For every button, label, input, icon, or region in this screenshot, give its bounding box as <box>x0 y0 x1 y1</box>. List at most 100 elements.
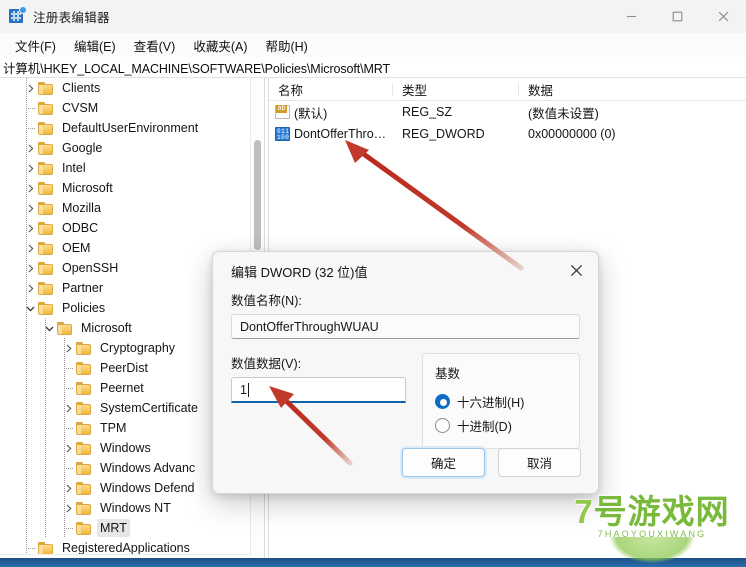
tree-guide-line <box>26 438 27 458</box>
tree-guide-line <box>26 158 27 178</box>
menu-item-view[interactable]: 查看(V) <box>125 34 185 57</box>
tree-item-label: Policies <box>62 301 106 315</box>
folder-icon <box>57 321 73 335</box>
dialog-close-button[interactable] <box>554 252 598 289</box>
tree-guide-line <box>64 338 65 358</box>
column-header-data[interactable]: 数据 <box>519 80 746 99</box>
value-name-input[interactable]: DontOfferThroughWUAU <box>231 314 580 339</box>
tree-item-windows-nt[interactable]: Windows NT <box>0 498 251 518</box>
ok-button[interactable]: 确定 <box>402 448 485 477</box>
menu-item-edit[interactable]: 编辑(E) <box>65 34 125 57</box>
menu-item-favorites[interactable]: 收藏夹(A) <box>184 34 256 57</box>
registry-editor-icon <box>9 6 27 24</box>
chevron-right-icon[interactable] <box>60 504 76 513</box>
folder-icon <box>76 421 92 435</box>
tree-item-label: TPM <box>100 421 127 435</box>
chevron-right-icon[interactable] <box>22 204 38 213</box>
tree-item-label: Mozilla <box>62 201 101 215</box>
window-title: 注册表编辑器 <box>33 10 110 25</box>
column-header-type[interactable]: 类型 <box>393 80 519 99</box>
folder-icon <box>38 301 54 315</box>
chevron-right-icon[interactable] <box>60 404 76 413</box>
folder-icon <box>38 181 54 195</box>
chevron-right-icon[interactable] <box>22 144 38 153</box>
folder-icon <box>76 361 92 375</box>
chevron-right-icon[interactable] <box>22 184 38 193</box>
tree-item-clients[interactable]: Clients <box>0 78 251 98</box>
tree-item-mozilla[interactable]: Mozilla <box>0 198 251 218</box>
dialog-buttons: 确定 取消 <box>402 448 581 477</box>
tree-guide-line <box>26 258 27 278</box>
tree-guide-line <box>45 378 46 398</box>
tree-elbow-line <box>64 388 73 389</box>
tree-elbow-line <box>26 128 35 129</box>
tree-item-defaultuserenvironment[interactable]: DefaultUserEnvironment <box>0 118 251 138</box>
value-row[interactable]: (默认) REG_SZ (数值未设置) <box>269 101 746 123</box>
tree-item-label: PeerDist <box>100 361 148 375</box>
cancel-button[interactable]: 取消 <box>498 448 581 477</box>
chevron-right-icon[interactable] <box>22 244 38 253</box>
column-header-name[interactable]: 名称 <box>269 80 393 99</box>
radio-unselected-icon <box>435 417 450 433</box>
folder-icon <box>38 221 54 235</box>
menu-item-help[interactable]: 帮助(H) <box>256 34 316 57</box>
chevron-right-icon[interactable] <box>60 484 76 493</box>
tree-guide-line <box>26 198 27 218</box>
close-button[interactable] <box>700 0 746 32</box>
chevron-right-icon[interactable] <box>22 164 38 173</box>
chevron-right-icon[interactable] <box>22 224 38 233</box>
address-path: 计算机\HKEY_LOCAL_MACHINE\SOFTWARE\Policies… <box>3 61 391 76</box>
value-data-label: 数值数据(V): <box>231 357 302 371</box>
tree-item-cvsm[interactable]: CVSM <box>0 98 251 118</box>
dialog-title: 编辑 DWORD (32 位)值 <box>231 264 368 280</box>
tree-item-label: Intel <box>62 161 86 175</box>
chevron-right-icon[interactable] <box>22 84 38 93</box>
radio-decimal[interactable]: 十进制(D) <box>435 413 567 437</box>
value-data-input[interactable]: 1 <box>231 377 406 403</box>
tree-item-google[interactable]: Google <box>0 138 251 158</box>
chevron-right-icon[interactable] <box>60 444 76 453</box>
value-row[interactable]: 011 100 DontOfferThro… REG_DWORD 0x00000000 … <box>269 123 746 145</box>
value-name-text: DontOfferThroughWUAU <box>240 319 379 334</box>
minimize-button[interactable] <box>608 0 654 32</box>
value-data-text: 1 <box>240 382 247 397</box>
folder-icon <box>38 161 54 175</box>
tree-guide-line <box>26 238 27 258</box>
tree-item-label: Cryptography <box>100 341 176 355</box>
folder-icon <box>76 461 92 475</box>
maximize-button[interactable] <box>654 0 700 32</box>
tree-guide-line <box>45 518 46 538</box>
chevron-right-icon[interactable] <box>22 284 38 293</box>
tree-item-microsoft[interactable]: Microsoft <box>0 178 251 198</box>
tree-item-label: MRT <box>97 519 130 537</box>
tree-vertical-scroll-thumb[interactable] <box>254 140 261 250</box>
dialog-middle-row: 数值数据(V): 1 基数 十六进制(H) 十进制(D) <box>231 353 580 449</box>
tree-item-label: CVSM <box>62 101 99 115</box>
menu-item-file[interactable]: 文件(F) <box>6 34 65 57</box>
chevron-down-icon[interactable] <box>22 304 38 313</box>
tree-item-label: Windows <box>100 441 151 455</box>
tree-item-label: ODBC <box>62 221 99 235</box>
folder-icon <box>76 481 92 495</box>
tree-item-intel[interactable]: Intel <box>0 158 251 178</box>
radio-hexadecimal[interactable]: 十六进制(H) <box>435 389 567 413</box>
tree-elbow-line <box>64 368 73 369</box>
tree-guide-line <box>26 418 27 438</box>
tree-guide-line <box>26 298 27 318</box>
value-name-cell: (默认) <box>269 103 393 122</box>
tree-guide-line <box>26 458 27 478</box>
chevron-down-icon[interactable] <box>41 324 57 333</box>
tree-item-label: Windows NT <box>100 501 171 515</box>
address-bar[interactable]: 计算机\HKEY_LOCAL_MACHINE\SOFTWARE\Policies… <box>0 57 746 78</box>
chevron-right-icon[interactable] <box>22 264 38 273</box>
tree-item-mrt[interactable]: MRT <box>0 518 251 538</box>
value-name-cell: 011 100 DontOfferThro… <box>269 127 393 141</box>
tree-guide-line <box>26 518 27 538</box>
chevron-right-icon[interactable] <box>60 344 76 353</box>
tree-item-odbc[interactable]: ODBC <box>0 218 251 238</box>
tree-guide-line <box>26 358 27 378</box>
value-data-column: 数值数据(V): 1 <box>231 353 406 449</box>
tree-guide-line <box>26 318 27 338</box>
folder-icon <box>38 141 54 155</box>
tree-item-label: Clients <box>62 81 101 95</box>
